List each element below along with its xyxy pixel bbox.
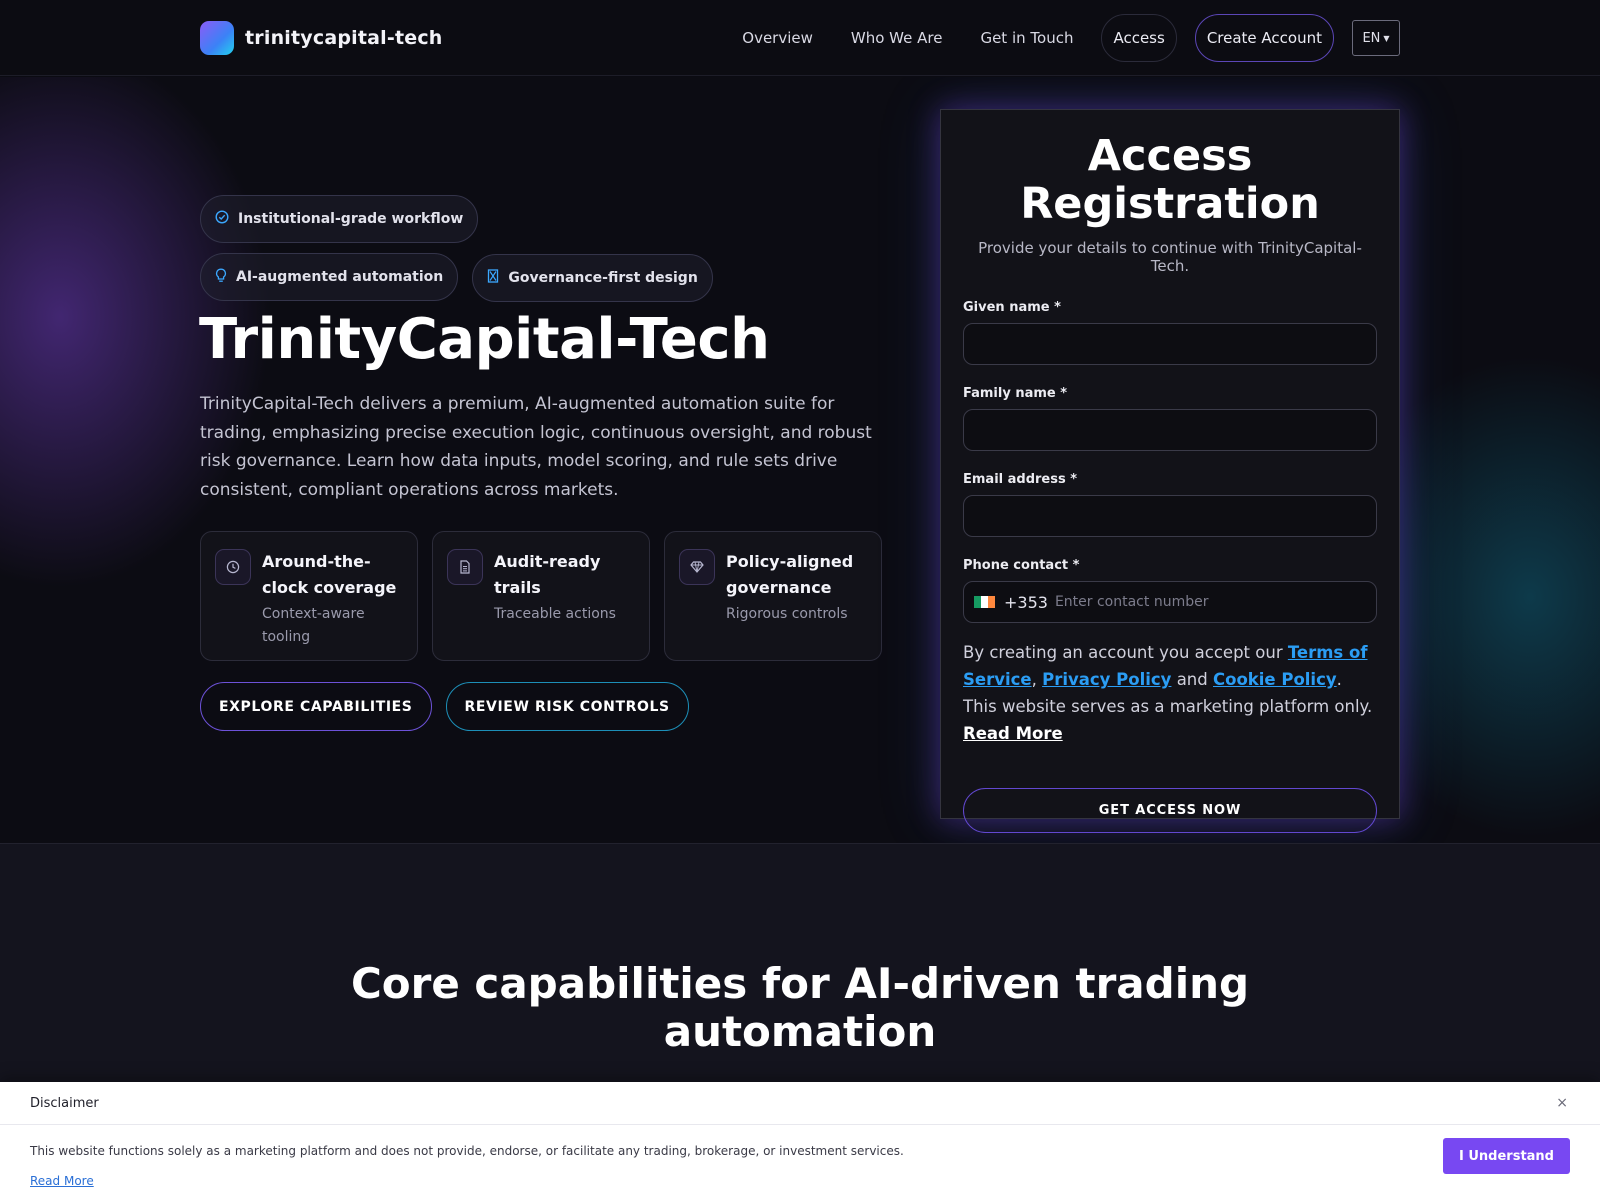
hero-description: TrinityCapital-Tech delivers a premium, … <box>200 394 872 500</box>
badge-ai: AI-augmented automation <box>200 253 459 301</box>
registration-subtitle: Provide your details to continue with Tr… <box>978 239 1362 275</box>
nav-get-in-touch[interactable]: Get in Touch <box>980 29 1073 47</box>
hero-badges: Institutional-grade workflow AI-augmente… <box>200 195 740 312</box>
main-nav: Overview Who We Are Get in Touch Access … <box>742 14 1600 62</box>
family-name-label: Family name * <box>963 386 1068 401</box>
badge-institutional: Institutional-grade workflow <box>200 195 479 243</box>
registration-card: Access Registration Provide your details… <box>940 109 1400 833</box>
read-more-link[interactable]: Read More <box>963 724 1063 743</box>
feature-subtitle: Rigorous controls <box>726 606 848 622</box>
feature-title: Audit-ready trails <box>494 552 601 597</box>
ireland-flag-icon[interactable] <box>974 596 995 608</box>
consent-and: and <box>1171 670 1213 689</box>
disclaimer-banner: Disclaimer × This website functions sole… <box>0 1082 1600 1200</box>
feature-card-audit: Audit-ready trails Traceable actions <box>432 531 650 661</box>
feature-text: Audit-ready trails Traceable actions <box>494 549 635 643</box>
diamond-icon <box>679 549 715 585</box>
nav-who-we-are[interactable]: Who We Are <box>851 29 943 47</box>
feature-subtitle: Traceable actions <box>494 606 616 622</box>
phone-label: Phone contact * <box>963 558 1080 573</box>
given-name-input[interactable] <box>963 323 1377 365</box>
language-code: EN <box>1362 30 1381 46</box>
brand-logo[interactable]: trinitycapital-tech <box>200 21 443 55</box>
badge-label: Institutional-grade workflow <box>238 211 464 227</box>
disclaimer-read-more-link[interactable]: Read More <box>30 1174 94 1188</box>
consent-comma: , <box>1031 670 1043 689</box>
consent-prefix: By creating an account you accept our <box>963 643 1288 662</box>
get-access-button[interactable]: GET ACCESS NOW <box>963 788 1377 833</box>
phone-country-code[interactable]: +353 <box>1004 593 1048 612</box>
hourglass-icon <box>487 268 499 287</box>
check-circle-icon <box>215 210 229 228</box>
hero-section: Institutional-grade workflow AI-augmente… <box>0 77 1600 843</box>
email-input[interactable] <box>963 495 1377 537</box>
nav-overview[interactable]: Overview <box>742 29 813 47</box>
close-icon[interactable]: × <box>1556 1095 1568 1111</box>
brand-logo-icon <box>200 21 234 55</box>
feature-title: Around-the-clock coverage <box>262 552 397 597</box>
hero-buttons: EXPLORE CAPABILITIES REVIEW RISK CONTROL… <box>200 682 703 731</box>
family-name-input[interactable] <box>963 409 1377 451</box>
given-name-label: Given name * <box>963 300 1061 315</box>
badge-label: Governance-first design <box>508 269 698 286</box>
registration-title: Access Registration <box>1020 131 1320 229</box>
phone-input[interactable] <box>1054 594 1366 610</box>
feature-title: Policy-aligned governance <box>726 552 854 597</box>
language-selector[interactable]: EN ▼ <box>1352 20 1400 56</box>
consent-text: By creating an account you accept our Te… <box>963 639 1377 747</box>
explore-capabilities-button[interactable]: EXPLORE CAPABILITIES <box>200 682 432 731</box>
disclaimer-text: This website functions solely as a marke… <box>30 1144 904 1158</box>
lightbulb-icon <box>215 268 227 287</box>
document-icon <box>447 549 483 585</box>
hero-title: TrinityCapital-Tech <box>199 307 770 372</box>
feature-subtitle: Context-aware tooling <box>262 606 365 645</box>
clock-icon <box>215 549 251 585</box>
access-button[interactable]: Access <box>1101 14 1177 62</box>
badge-governance: Governance-first design <box>472 253 713 302</box>
i-understand-button[interactable]: I Understand <box>1443 1138 1570 1174</box>
site-header: trinitycapital-tech Overview Who We Are … <box>0 0 1600 76</box>
feature-card-governance: Policy-aligned governance Rigorous contr… <box>664 531 882 661</box>
capabilities-title: Core capabilities for AI-driven trading … <box>350 959 1250 1056</box>
feature-text: Policy-aligned governance Rigorous contr… <box>726 549 867 643</box>
feature-cards: Around-the-clock coverage Context-aware … <box>200 531 896 661</box>
cookie-link[interactable]: Cookie Policy <box>1213 670 1337 689</box>
privacy-link[interactable]: Privacy Policy <box>1042 670 1171 689</box>
badge-label: AI-augmented automation <box>236 269 444 285</box>
feature-card-coverage: Around-the-clock coverage Context-aware … <box>200 531 418 661</box>
feature-text: Around-the-clock coverage Context-aware … <box>262 549 403 645</box>
brand-name: trinitycapital-tech <box>245 27 443 49</box>
email-label: Email address * <box>963 472 1078 487</box>
disclaimer-header: Disclaimer × <box>0 1082 1600 1125</box>
phone-field: +353 <box>963 581 1377 623</box>
review-risk-controls-button[interactable]: REVIEW RISK CONTROLS <box>445 682 689 731</box>
create-account-button[interactable]: Create Account <box>1194 14 1334 62</box>
chevron-down-icon: ▼ <box>1383 33 1390 43</box>
disclaimer-title: Disclaimer <box>30 1095 99 1111</box>
